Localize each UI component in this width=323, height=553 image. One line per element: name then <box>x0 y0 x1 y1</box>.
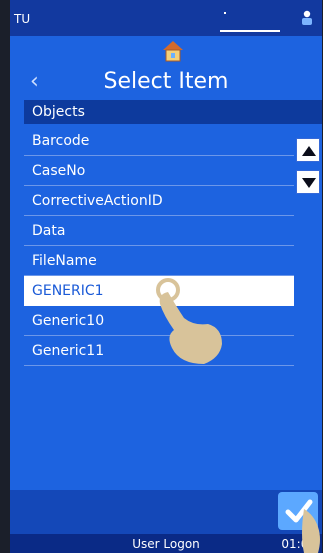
list-item[interactable]: CorrectiveActionID <box>24 186 294 216</box>
touch-hand-icon <box>156 278 222 364</box>
home-icon[interactable] <box>162 40 184 62</box>
status-progress <box>220 12 280 32</box>
page-title: Select Item <box>103 69 229 94</box>
arrow-down-icon <box>302 178 316 188</box>
arrow-up-icon <box>302 146 316 156</box>
list-item[interactable]: CaseNo <box>24 156 294 186</box>
list-item[interactable]: FileName <box>24 246 294 276</box>
scroll-up-button[interactable] <box>296 138 320 162</box>
device-screen: TU ‹ Select Item Objects Barcode CaseNo Co… <box>10 0 322 553</box>
footer: User Logon 01:02 <box>10 534 322 553</box>
user-logon-text: User Logon <box>132 537 200 551</box>
scroll-down-button[interactable] <box>296 170 320 194</box>
status-bar: TU <box>10 0 322 36</box>
bottom-bar <box>10 490 322 534</box>
list-header: Objects <box>24 100 322 124</box>
user-icon[interactable] <box>300 10 314 26</box>
status-left-text: TU <box>14 12 31 26</box>
touch-hand-icon-corner <box>302 509 320 553</box>
header: ‹ Select Item <box>10 66 322 98</box>
list-item[interactable]: Data <box>24 216 294 246</box>
list-item[interactable]: Barcode <box>24 126 294 156</box>
